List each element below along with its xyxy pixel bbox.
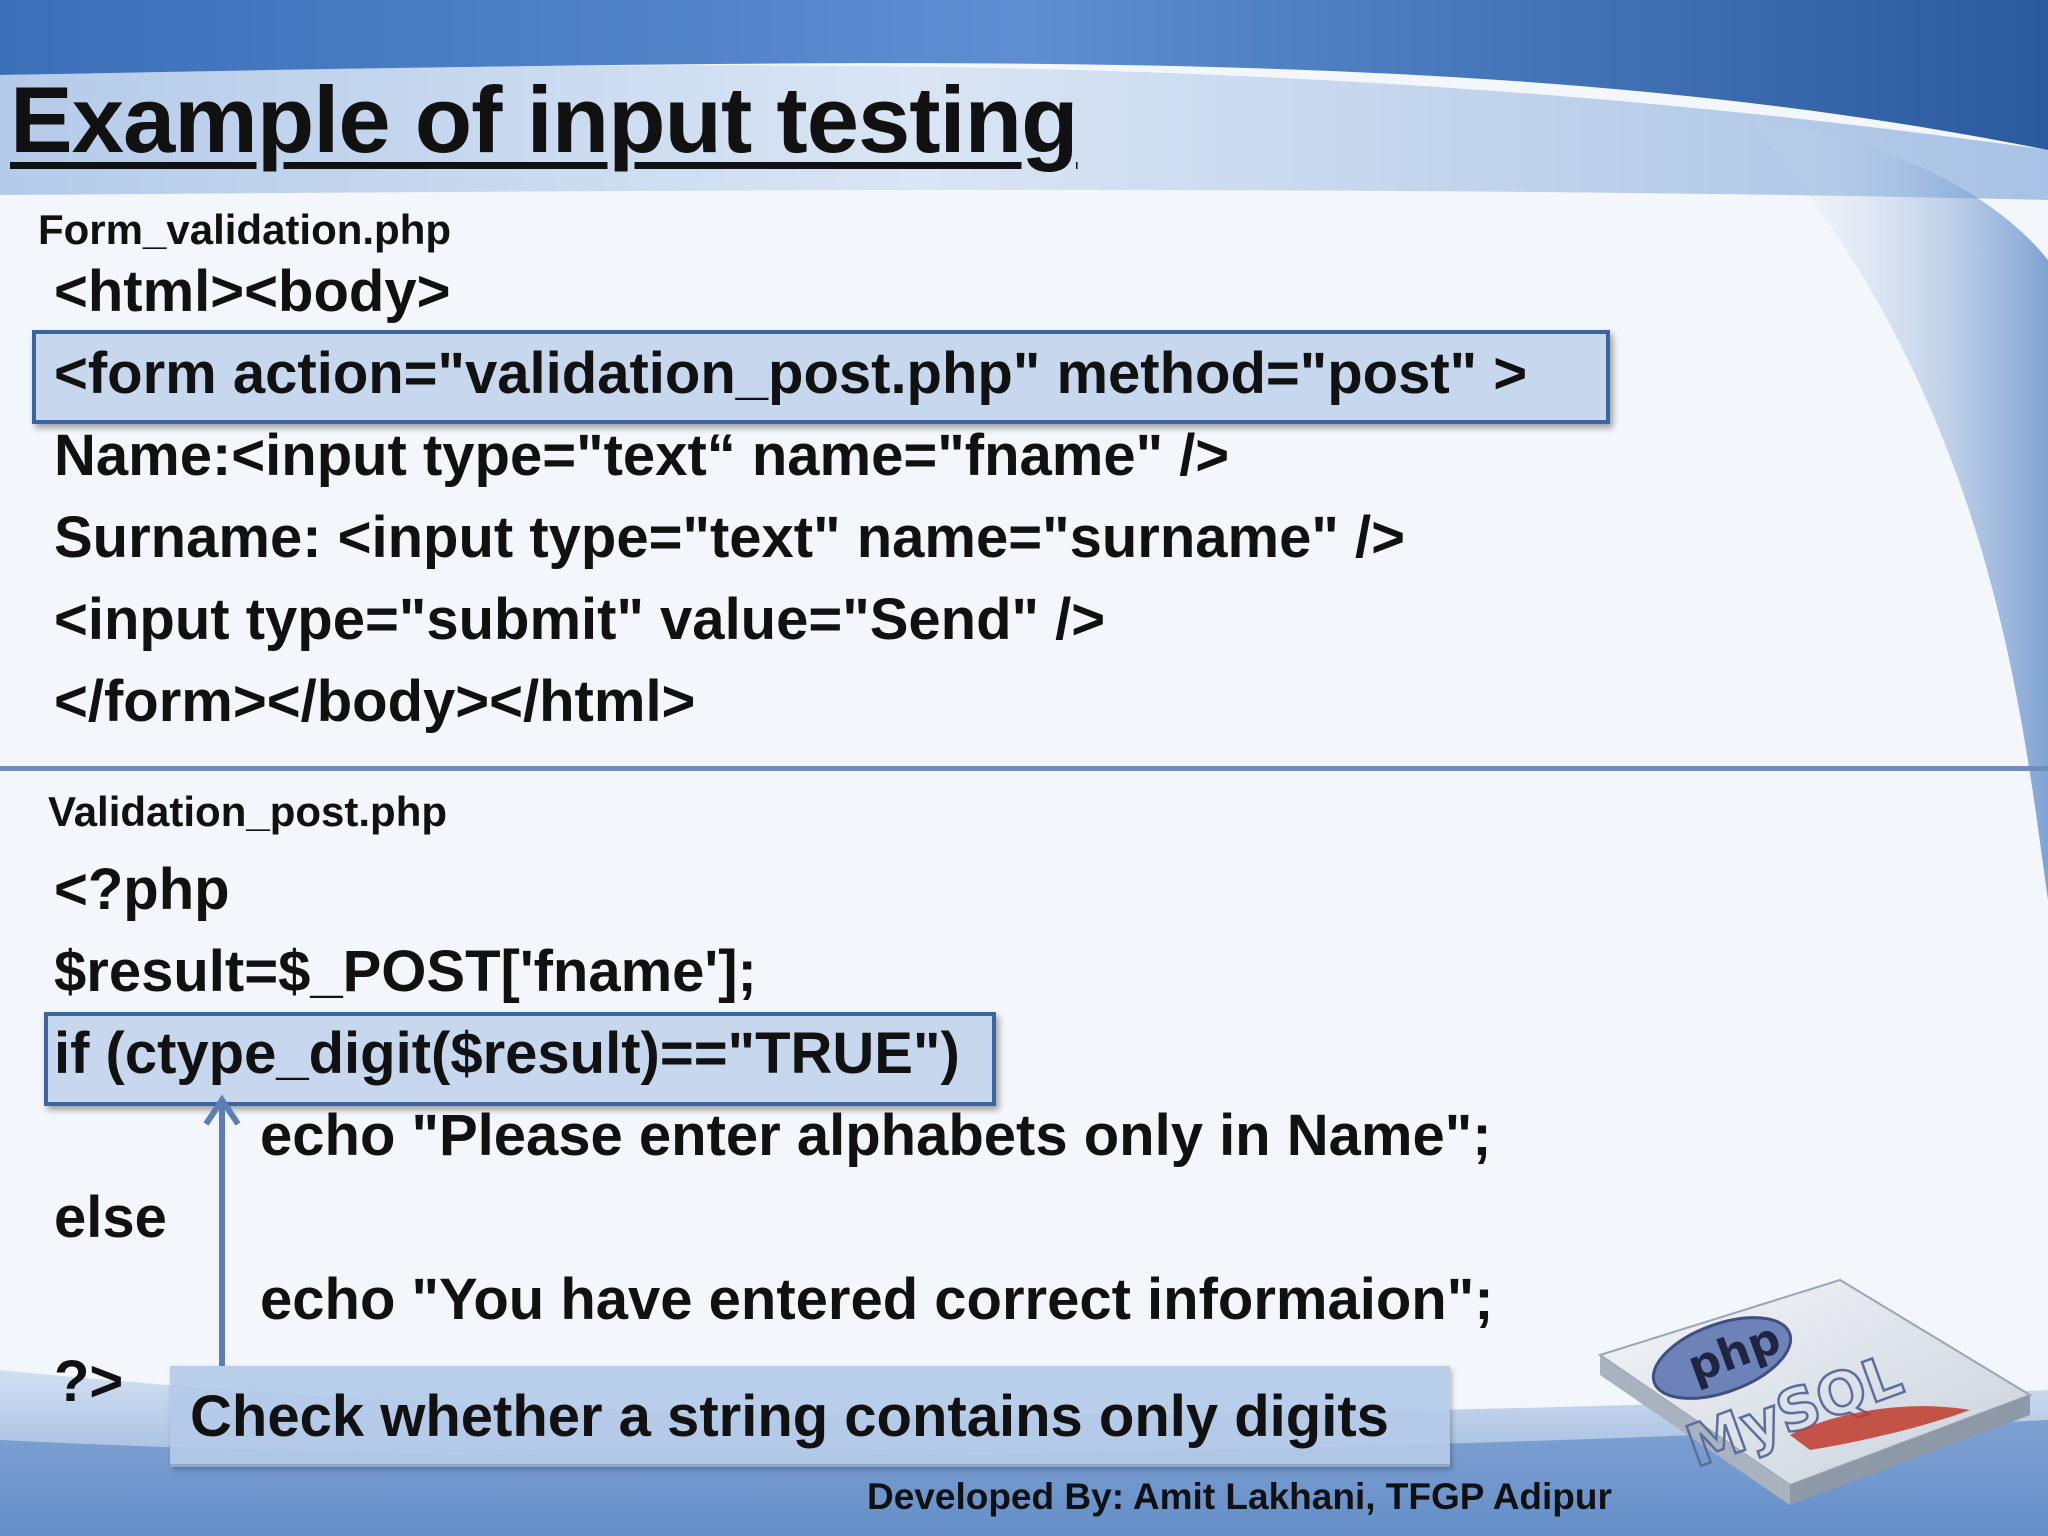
callout-text: Check whether a string contains only dig… <box>190 1384 1389 1449</box>
slide: Example of input testing Form_validation… <box>0 0 2048 1536</box>
php-mysql-logo-icon: php MySQL <box>1597 1278 2033 1505</box>
footer-credit: Developed By: Amit Lakhani, TFGP Adipur <box>867 1476 1612 1517</box>
